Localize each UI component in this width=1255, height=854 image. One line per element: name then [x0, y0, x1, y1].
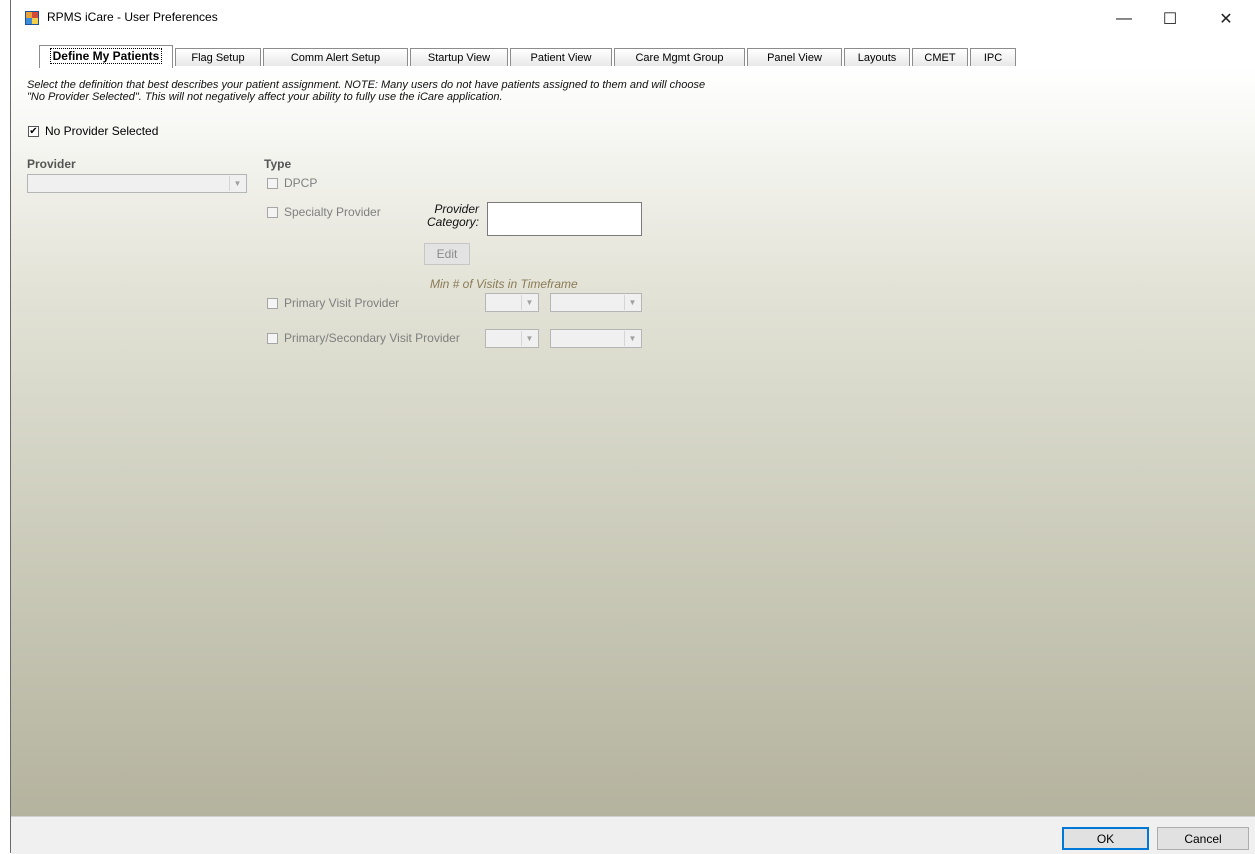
no-provider-selected-label: No Provider Selected	[45, 124, 159, 138]
title-bar[interactable]: RPMS iCare - User Preferences — ☐ ✕	[11, 0, 1255, 36]
tab-panel-view[interactable]: Panel View	[747, 48, 842, 66]
instructions-line-2: "No Provider Selected". This will not ne…	[27, 91, 503, 103]
primary-secondary-visit-provider-label: Primary/Secondary Visit Provider	[284, 331, 460, 345]
min-visits-label: Min # of Visits in Timeframe	[430, 277, 578, 291]
chevron-down-icon: ▼	[521, 295, 537, 310]
define-my-patients-panel: Select the definition that best describe…	[11, 67, 1255, 816]
primary-visit-provider-checkbox[interactable]	[267, 298, 278, 309]
no-provider-selected-checkbox[interactable]: ✔	[28, 126, 39, 137]
minimize-button[interactable]: —	[1101, 4, 1147, 34]
close-button[interactable]: ✕	[1203, 4, 1249, 34]
maximize-button[interactable]: ☐	[1147, 4, 1193, 34]
provider-header: Provider	[27, 157, 76, 171]
instructions-line-1: Select the definition that best describe…	[27, 79, 706, 91]
tab-comm-alert-setup[interactable]: Comm Alert Setup	[263, 48, 408, 66]
provider-dropdown[interactable]: ▼	[27, 174, 247, 193]
primary-visit-provider-label: Primary Visit Provider	[284, 296, 400, 310]
dpcp-label: DPCP	[284, 176, 318, 190]
dpcp-checkbox[interactable]	[267, 178, 278, 189]
tab-patient-view[interactable]: Patient View	[510, 48, 612, 66]
app-icon	[25, 11, 39, 25]
primary-secondary-visits-count-dropdown[interactable]: ▼	[485, 329, 539, 348]
tab-layouts[interactable]: Layouts	[844, 48, 910, 66]
ok-button[interactable]: OK	[1062, 827, 1149, 850]
cancel-button[interactable]: Cancel	[1157, 827, 1249, 850]
instructions-text: Select the definition that best describe…	[27, 79, 927, 103]
window-title: RPMS iCare - User Preferences	[47, 10, 218, 24]
tab-label: Define My Patients	[49, 48, 163, 64]
tab-cmet[interactable]: CMET	[912, 48, 968, 66]
primary-secondary-visit-provider-checkbox[interactable]	[267, 333, 278, 344]
chevron-down-icon: ▼	[521, 331, 537, 346]
chevron-down-icon: ▼	[624, 295, 640, 310]
primary-timeframe-dropdown[interactable]: ▼	[550, 293, 642, 312]
primary-visits-count-dropdown[interactable]: ▼	[485, 293, 539, 312]
tab-strip: Define My Patients Flag Setup Comm Alert…	[11, 45, 1255, 68]
tab-startup-view[interactable]: Startup View	[410, 48, 508, 66]
tab-define-my-patients[interactable]: Define My Patients	[39, 45, 173, 68]
chevron-down-icon: ▼	[229, 176, 245, 191]
tab-flag-setup[interactable]: Flag Setup	[175, 48, 261, 66]
dialog-footer: OK Cancel	[11, 816, 1255, 854]
tab-care-mgmt-group[interactable]: Care Mgmt Group	[614, 48, 745, 66]
primary-secondary-timeframe-dropdown[interactable]: ▼	[550, 329, 642, 348]
specialty-provider-checkbox[interactable]	[267, 207, 278, 218]
chevron-down-icon: ▼	[624, 331, 640, 346]
provider-category-label: Provider Category:	[426, 202, 479, 229]
type-header: Type	[264, 157, 292, 171]
specialty-provider-label: Specialty Provider	[284, 205, 381, 219]
provider-category-field[interactable]	[487, 202, 642, 236]
user-preferences-window: RPMS iCare - User Preferences — ☐ ✕ Defi…	[10, 0, 1255, 854]
tab-ipc[interactable]: IPC	[970, 48, 1016, 66]
edit-button[interactable]: Edit	[424, 243, 470, 265]
